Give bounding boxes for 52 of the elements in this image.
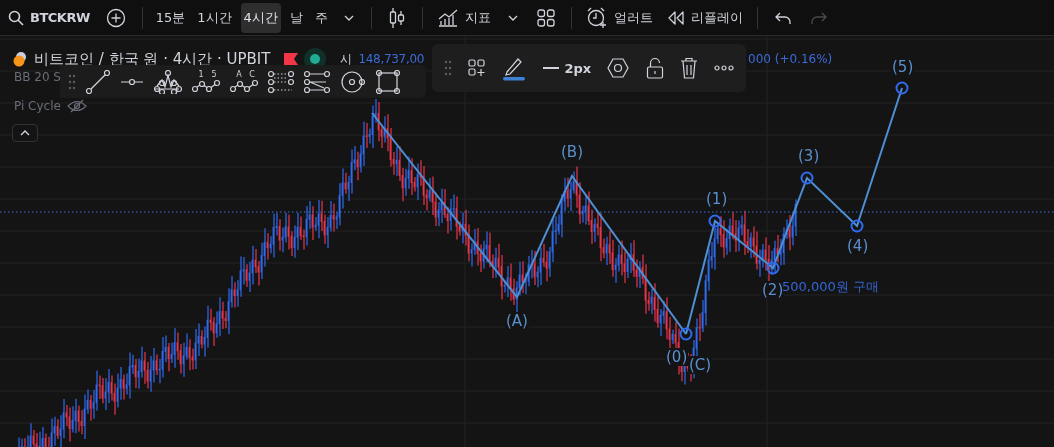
unlocked-padlock-icon[interactable] (645, 57, 664, 79)
chevron-up-icon (20, 129, 30, 137)
undo-icon[interactable] (773, 10, 792, 25)
line-width-button[interactable]: 2px (542, 60, 592, 76)
interval-button[interactable]: 1시간 (194, 2, 235, 33)
line-icon (542, 66, 559, 70)
replay-button[interactable]: 리플레이 (662, 4, 747, 31)
more-icon[interactable] (713, 65, 734, 71)
circle-icon[interactable] (340, 69, 366, 94)
wave-label: (A) (505, 312, 529, 330)
chart-icon (436, 7, 459, 28)
indicator-label: Pi Cycle (14, 99, 61, 113)
indicators-button[interactable]: 지표 (432, 3, 495, 32)
template-icon[interactable] (468, 59, 487, 77)
wave-label: (C) (688, 356, 713, 374)
collapse-button[interactable] (12, 124, 38, 142)
drag-handle-icon[interactable] (444, 60, 452, 76)
wave-label: (4) (846, 237, 870, 255)
interval-button[interactable]: 15분 (152, 2, 189, 33)
grid-icon[interactable] (536, 8, 555, 27)
rewind-icon (666, 10, 685, 25)
open-value: 148,737,00 (358, 52, 425, 66)
add-circle-icon[interactable] (105, 7, 126, 28)
rectangle-icon[interactable] (376, 69, 400, 94)
candlestick-icon[interactable] (387, 6, 406, 29)
wave-label: (B) (560, 143, 584, 161)
symbol-search-button[interactable]: BTCKRW (4, 5, 94, 30)
pattern-icon[interactable] (154, 69, 182, 94)
trend-line-icon[interactable] (86, 69, 110, 94)
wave-label: (3) (797, 147, 821, 165)
trash-icon[interactable] (679, 57, 698, 79)
search-icon (8, 9, 24, 26)
interval-button[interactable]: 4시간 (240, 2, 281, 33)
settings-icon[interactable] (607, 58, 630, 78)
wave-label: (0) (665, 348, 689, 366)
wave-label: (5) (891, 58, 915, 76)
abc-correction-drawing[interactable] (371, 112, 687, 335)
price-change: 000 (+0.16%) (748, 52, 833, 66)
impulse-wave-drawing[interactable] (679, 81, 909, 341)
chart-note: 500,000원 구매 (782, 278, 879, 296)
open-label: 시 (340, 50, 353, 68)
interval-button[interactable]: 주 (311, 2, 331, 33)
alert-button[interactable]: 얼러트 (581, 2, 657, 33)
coin-icon (12, 51, 28, 67)
eye-off-icon[interactable] (66, 99, 87, 113)
interval-button[interactable]: 날 (286, 2, 306, 33)
drag-handle-icon[interactable] (68, 73, 76, 90)
parallel-channel-icon[interactable] (268, 69, 294, 94)
alarm-clock-icon (585, 6, 608, 29)
indicator-label: BB 20 S (14, 70, 61, 84)
wave-label: (1) (705, 190, 729, 208)
regression-channel-icon[interactable] (304, 69, 330, 94)
